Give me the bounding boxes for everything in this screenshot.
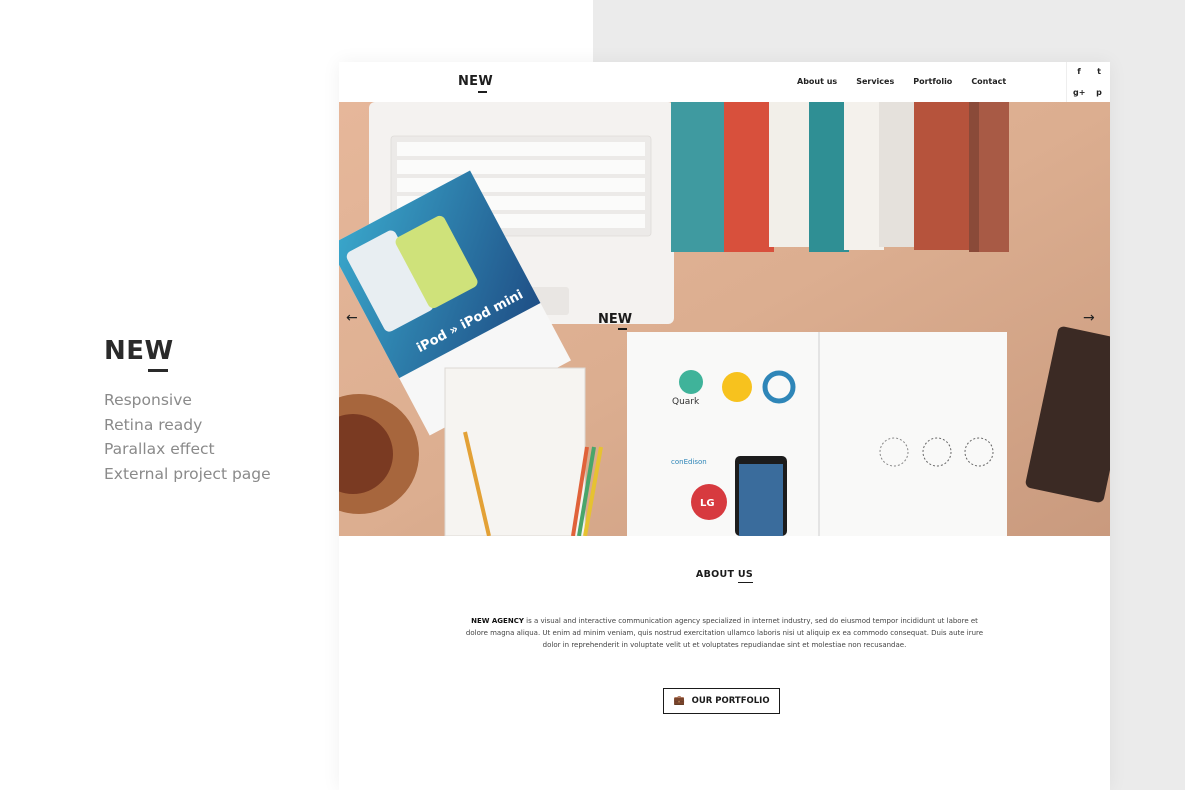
agency-name: NEW AGENCY [471,617,524,625]
feature-list: Responsive Retina ready Parallax effect … [104,388,304,486]
slider-next-arrow[interactable]: → [1083,310,1095,326]
social-links: f t g+ p [1066,62,1110,102]
about-body: is a visual and interactive communicatio… [465,617,984,649]
main-nav: About us Services Portfolio Contact [797,77,1025,86]
hero-image: iPod » iPod mini Quark conEdison LG [339,102,1110,536]
website-preview: NEW About us Services Portfolio Contact … [339,62,1110,790]
nav-link-contact[interactable]: Contact [971,77,1006,86]
nav-link-about[interactable]: About us [797,77,837,86]
hero-slider: iPod » iPod mini Quark conEdison LG NEW … [339,102,1110,536]
svg-text:LG: LG [700,498,715,509]
about-heading: ABOUT US [339,569,1110,580]
about-paragraph: NEW AGENCY is a visual and interactive c… [461,615,988,651]
our-portfolio-label: OUR PORTFOLIO [691,696,770,706]
feature-item: Parallax effect [104,440,215,458]
promo-panel: NEW Responsive Retina ready Parallax eff… [104,336,304,486]
facebook-icon[interactable]: f [1073,67,1085,76]
google-plus-icon[interactable]: g+ [1073,88,1085,97]
nav-link-services[interactable]: Services [856,77,894,86]
catalog-shape [627,332,1007,536]
site-logo[interactable]: NEW [458,74,493,93]
nav-link-portfolio[interactable]: Portfolio [913,77,952,86]
hero-logo: NEW [598,312,633,330]
navbar: NEW About us Services Portfolio Contact … [339,62,1110,102]
feature-item: Responsive [104,391,192,409]
twitter-icon[interactable]: t [1093,67,1105,76]
pinterest-icon[interactable]: p [1093,88,1105,97]
our-portfolio-button[interactable]: 💼 OUR PORTFOLIO [663,688,780,714]
feature-item: Retina ready [104,415,203,434]
feature-item: External project page [104,464,271,483]
about-heading-prefix: ABOUT [695,569,738,580]
briefcase-icon: 💼 [673,696,685,706]
about-heading-suffix: US [737,569,754,580]
svg-text:conEdison: conEdison [671,458,707,466]
slider-prev-arrow[interactable]: ← [346,310,358,326]
svg-text:Quark: Quark [672,397,700,407]
promo-logo: NEW [104,336,174,372]
